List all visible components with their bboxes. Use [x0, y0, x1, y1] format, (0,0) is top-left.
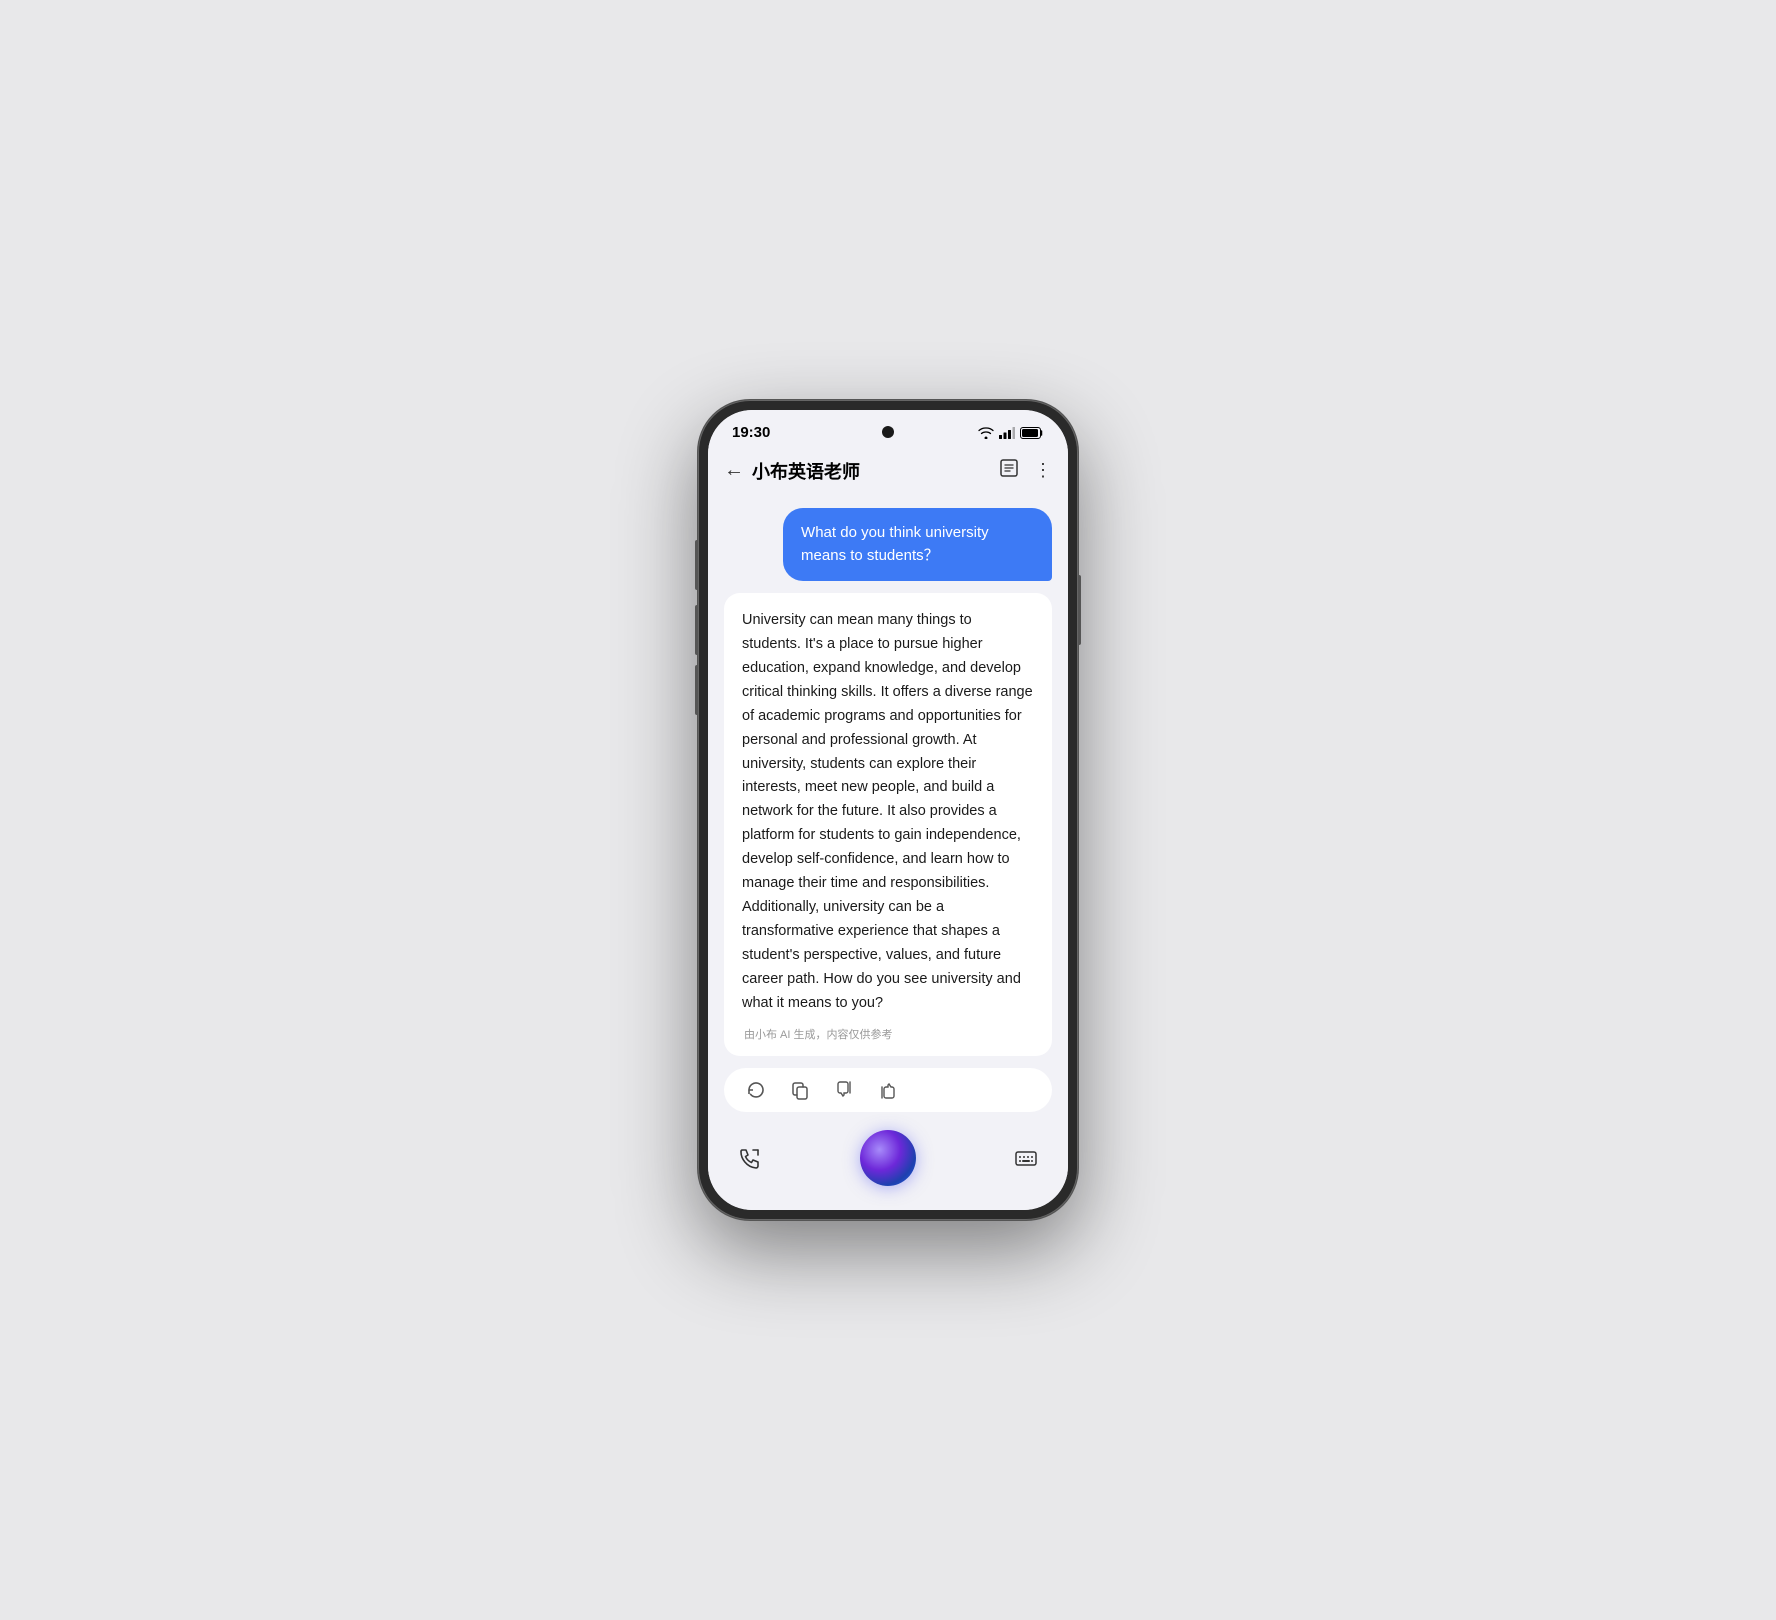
user-message-bubble: What do you think university means to st…	[783, 508, 1052, 581]
header-right: ⋮	[998, 457, 1052, 484]
chat-title: 小布英语老师	[752, 458, 860, 484]
phone-screen: 19:30	[708, 410, 1068, 1210]
ai-caption: 由小布 AI 生成，内容仅供参考	[742, 1026, 1034, 1044]
header-left: ← 小布英语老师	[724, 458, 860, 484]
more-options-icon[interactable]: ⋮	[1034, 460, 1052, 481]
dislike-button[interactable]	[832, 1078, 856, 1102]
app-header: ← 小布英语老师 ⋮	[708, 449, 1068, 496]
bottom-bar	[708, 1120, 1068, 1210]
keyboard-icon[interactable]	[1004, 1136, 1048, 1180]
like-button[interactable]	[876, 1078, 900, 1102]
status-time: 19:30	[732, 424, 770, 441]
copy-button[interactable]	[788, 1078, 812, 1102]
ai-message-bubble: University can mean many things to stude…	[724, 593, 1052, 1056]
phone-device: 19:30	[698, 400, 1078, 1220]
status-bar: 19:30	[708, 410, 1068, 449]
voice-assistant-orb[interactable]	[860, 1130, 916, 1186]
back-button[interactable]: ←	[724, 459, 744, 482]
battery-icon	[1020, 427, 1044, 439]
ai-message-text: University can mean many things to stude…	[742, 612, 1033, 1011]
action-bar	[724, 1068, 1052, 1112]
camera-notch	[882, 426, 894, 438]
phone-call-icon[interactable]	[728, 1136, 772, 1180]
chat-area: What do you think university means to st…	[708, 496, 1068, 1068]
ai-response-wrapper: University can mean many things to stude…	[724, 593, 1052, 1056]
signal-icon	[999, 427, 1015, 439]
transcript-icon[interactable]	[998, 457, 1020, 484]
refresh-button[interactable]	[744, 1078, 768, 1102]
status-icons	[978, 427, 1044, 439]
wifi-icon	[978, 427, 994, 439]
